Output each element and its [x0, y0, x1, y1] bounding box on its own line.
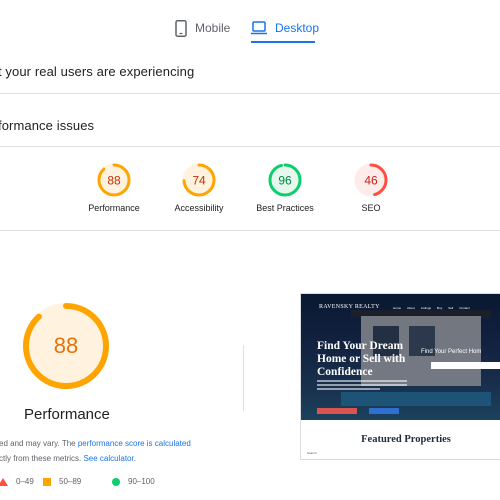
- divider: [0, 230, 500, 231]
- diagnose-heading: formance issues: [0, 118, 95, 133]
- gauge-label: Performance: [88, 203, 140, 213]
- hero-button-primary: [317, 408, 357, 414]
- vertical-divider: [243, 345, 244, 411]
- gauge-performance[interactable]: 88 Performance: [79, 162, 149, 213]
- search-box: [431, 362, 500, 369]
- circle-icon: [112, 477, 120, 486]
- gauge-seo[interactable]: 46 SEO: [336, 162, 406, 213]
- hero-heading: Find Your Dream Home or Sell with Confid…: [317, 340, 406, 378]
- laptop-icon: [251, 21, 267, 35]
- phone-icon: [175, 19, 187, 37]
- site-logo: RAVENSKY REALTY: [319, 304, 380, 310]
- gauge-best-practices[interactable]: 96 Best Practices: [250, 162, 320, 213]
- tab-mobile-label: Mobile: [195, 21, 231, 35]
- legend-item-fail: 0–49: [0, 477, 34, 486]
- legend-item-pass: 90–100: [112, 477, 155, 486]
- performance-title: Performance: [24, 406, 110, 423]
- hero-button-secondary: [369, 408, 399, 414]
- gauge-value: 96: [278, 174, 292, 188]
- active-tab-indicator: [251, 41, 315, 43]
- tab-desktop-label: Desktop: [275, 21, 320, 35]
- hero-body-text: [317, 380, 407, 394]
- score-description: ed and may vary. The performance score i…: [0, 439, 191, 463]
- tab-desktop[interactable]: Desktop: [251, 16, 319, 40]
- divider: [0, 93, 500, 94]
- score-calculated-link[interactable]: performance score is calculated: [78, 439, 191, 448]
- triangle-icon: [0, 477, 8, 486]
- gauge-label: SEO: [361, 203, 381, 213]
- square-icon: [43, 477, 51, 486]
- see-calculator-link[interactable]: See calculator: [83, 454, 133, 463]
- page-screenshot[interactable]: RAVENSKY REALTY Home About Listings Buy …: [300, 293, 500, 460]
- gauge-value: 88: [107, 174, 121, 188]
- search-heading: Find Your Perfect Hom: [421, 349, 482, 355]
- legend-item-average: 50–89: [43, 477, 81, 486]
- gauge-accessibility[interactable]: 74 Accessibility: [164, 162, 234, 213]
- gauge-label: Best Practices: [256, 203, 314, 213]
- footer-text: Search: [307, 451, 317, 455]
- real-users-heading: t your real users are experiencing: [0, 64, 195, 79]
- performance-score-value: 88: [53, 333, 79, 358]
- gauge-value: 46: [364, 174, 378, 188]
- gauge-value: 74: [192, 174, 206, 188]
- device-tabs: Mobile Desktop: [0, 0, 500, 44]
- site-nav: Home About Listings Buy Sell Contact: [393, 306, 470, 310]
- performance-score-gauge: 88: [22, 302, 110, 390]
- gauge-label: Accessibility: [174, 203, 224, 213]
- tab-mobile[interactable]: Mobile: [175, 16, 230, 40]
- divider: [0, 146, 500, 147]
- featured-heading: Featured Properties: [361, 434, 451, 445]
